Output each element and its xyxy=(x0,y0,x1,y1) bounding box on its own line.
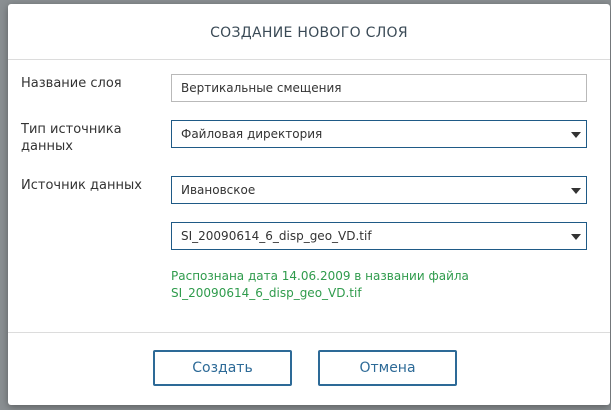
info-line-1: Распознана дата 14.06.2009 в названии фа… xyxy=(171,269,469,283)
chevron-down-icon xyxy=(571,188,581,194)
source-type-label: Тип источника данных xyxy=(21,121,122,155)
create-button[interactable]: Создать xyxy=(153,350,292,386)
date-recognized-message: Распознана дата 14.06.2009 в названии фа… xyxy=(171,268,469,302)
source-type-select[interactable]: Файловая директория xyxy=(171,120,587,148)
source-type-value: Файловая директория xyxy=(181,127,323,141)
info-line-2: SI_20090614_6_disp_geo_VD.tif xyxy=(171,286,362,300)
layer-name-label: Название слоя xyxy=(21,76,122,91)
data-source-select[interactable]: Ивановское xyxy=(171,176,587,204)
chevron-down-icon xyxy=(571,132,581,138)
chevron-down-icon xyxy=(571,234,581,240)
layer-name-value: Вертикальные смещения xyxy=(181,81,342,95)
source-type-label-line2: данных xyxy=(21,139,73,154)
dialog-title: СОЗДАНИЕ НОВОГО СЛОЯ xyxy=(210,24,408,41)
dialog-footer: Создать Отмена xyxy=(8,332,610,406)
file-select[interactable]: SI_20090614_6_disp_geo_VD.tif xyxy=(171,222,587,250)
cancel-button[interactable]: Отмена xyxy=(318,350,457,386)
data-source-label: Источник данных xyxy=(21,178,142,193)
create-layer-dialog: СОЗДАНИЕ НОВОГО СЛОЯ Название слоя Верти… xyxy=(8,4,610,405)
data-source-value: Ивановское xyxy=(181,183,256,197)
dialog-header: СОЗДАНИЕ НОВОГО СЛОЯ xyxy=(8,4,610,60)
layer-name-input[interactable]: Вертикальные смещения xyxy=(171,74,587,102)
file-value: SI_20090614_6_disp_geo_VD.tif xyxy=(181,229,372,243)
source-type-label-line1: Тип источника xyxy=(21,122,122,137)
